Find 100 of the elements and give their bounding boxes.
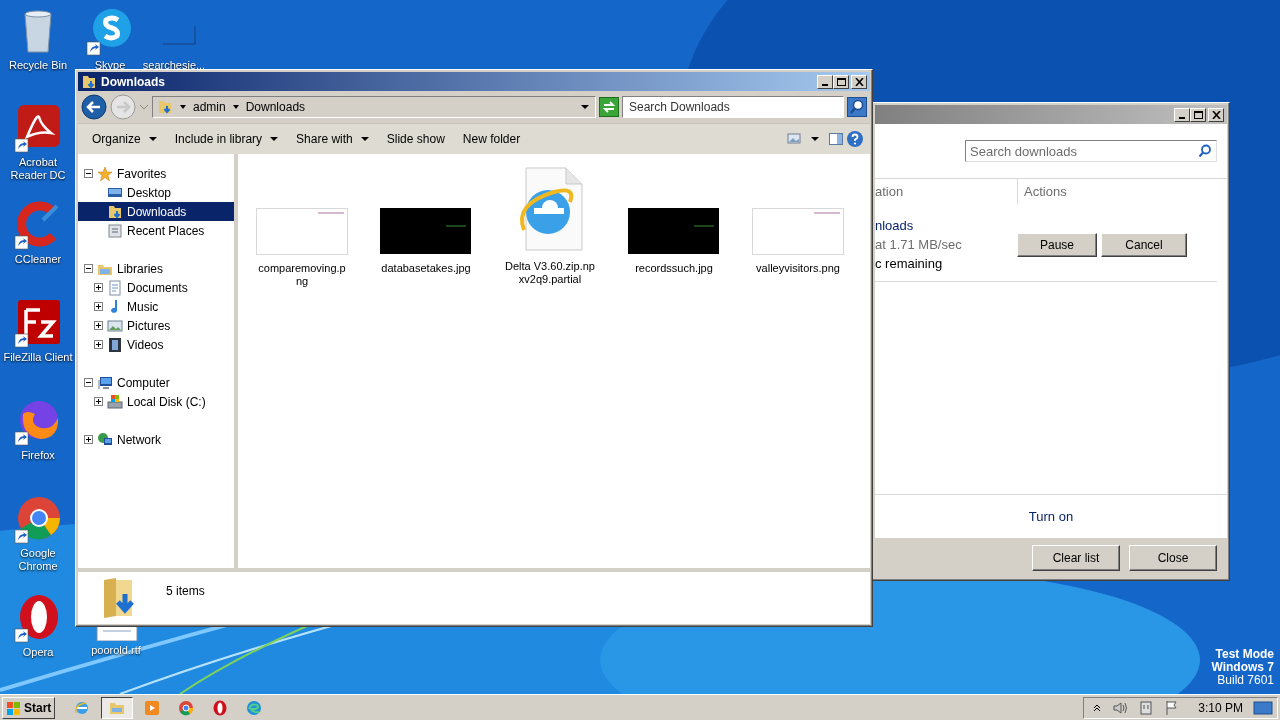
edge-icon [245,698,264,717]
close-icon [854,77,864,86]
nav-item[interactable]: Local Disk (C:) [78,392,234,411]
collapse-icon[interactable] [84,169,93,178]
file-name[interactable]: databasetakes.jpg [381,262,471,275]
nav-item[interactable]: Downloads [78,202,234,221]
expand-icon[interactable] [94,283,103,292]
caret-icon [360,135,369,143]
nav-item[interactable]: Documents [78,278,234,297]
nav-item[interactable]: Favorites [78,164,234,183]
videos-icon [107,336,123,353]
search-button[interactable] [847,97,867,117]
desktop-icon-label[interactable]: poorold.rtf [91,644,141,657]
turn-on-link[interactable]: Turn on [1028,509,1074,524]
expand-icon[interactable] [84,435,93,444]
desktop-icon-label[interactable]: Opera [22,646,54,659]
help-icon[interactable] [846,130,864,148]
download-name[interactable]: nloads [875,218,1017,233]
documents-icon [107,279,123,296]
address-bar[interactable]: admin Downloads [152,96,596,118]
minimize-button[interactable] [1174,107,1190,122]
expand-icon[interactable] [94,340,103,349]
file-name[interactable]: valleyvisitors.png [756,262,840,275]
refresh-button[interactable] [599,97,619,117]
recent-icon [107,222,123,239]
desktop-icon-label[interactable]: searchesje... [142,59,206,72]
action-button[interactable]: Pause [1017,232,1097,257]
caret-icon[interactable] [231,103,240,111]
toolbar-button[interactable]: Organize [84,127,165,151]
desktop-icon-label[interactable]: Recycle Bin [8,59,68,72]
nav-item[interactable]: Network [78,430,234,449]
clock[interactable]: 3:10 PM [1198,700,1243,715]
back-button[interactable] [81,94,107,120]
caret-icon[interactable] [179,103,187,111]
close-button[interactable] [851,74,867,89]
taskbar-app-button[interactable] [101,696,134,719]
time-remaining: c remaining [875,256,944,271]
nav-item[interactable]: Pictures [78,316,234,335]
desktop-icon-label[interactable]: Acrobat Reader DC [3,156,73,182]
download-speed: at 1.71 MB/sec [875,237,963,252]
preview-pane-icon[interactable] [828,131,844,147]
search-field[interactable]: Search downloads [965,140,1217,162]
speaker-icon[interactable] [1112,699,1129,716]
caret-icon[interactable] [581,103,589,111]
show-hidden-icons[interactable] [1092,702,1103,713]
desktop-icon-label[interactable]: CCleaner [14,253,62,266]
search-icon [1198,144,1212,158]
desktop-icon-label[interactable]: FileZilla Client [3,351,73,364]
media-icon [143,698,162,717]
filezilla-icon[interactable] [13,298,63,348]
clear-list-button[interactable]: Clear list [1032,545,1120,571]
collapse-icon[interactable] [84,378,93,387]
acrobat-icon[interactable] [13,103,63,153]
window-title: Downloads [101,74,166,89]
desktop-icon-label[interactable]: Firefox [21,449,55,462]
start-button[interactable]: Start [2,696,56,719]
nav-item[interactable]: Music [78,297,234,316]
column-header: Actions [1017,179,1227,204]
os-notice-text: Test Mode [1215,648,1274,661]
breadcrumb-item[interactable]: Downloads [245,100,306,114]
computer-icon [97,374,113,391]
chrome-icon[interactable] [13,494,63,544]
search-field[interactable]: Search Downloads [622,96,844,118]
chrome-icon [177,698,196,717]
action-button[interactable]: Cancel [1101,232,1187,257]
close-dialog-button[interactable]: Close [1129,545,1217,571]
maximize-button[interactable] [1190,107,1206,122]
item-count: 5 items [166,583,205,598]
expand-icon[interactable] [94,397,103,406]
downloads-icon [81,73,97,90]
minimize-icon [1179,116,1185,119]
os-notice-text: Windows 7 [1211,661,1274,674]
nav-item[interactable]: Videos [78,335,234,354]
nav-item[interactable]: Desktop [78,183,234,202]
expand-icon[interactable] [94,321,103,330]
nav-item[interactable]: Libraries [78,259,234,278]
network-icon [97,431,113,448]
close-button[interactable] [1208,107,1224,122]
maximize-icon [1193,110,1203,119]
file-name[interactable]: comparemoving.png [256,262,348,288]
file-name[interactable]: Delta V3.60.zip.npxv2q9.partial [504,260,596,286]
maximize-button[interactable] [833,74,849,89]
minimize-icon [822,83,828,86]
toolbar-button[interactable]: Slide show [378,127,453,151]
expand-icon[interactable] [94,302,103,311]
caret-icon [148,135,157,143]
breadcrumb-item[interactable]: admin [193,100,226,114]
toolbar-button[interactable]: Share with [288,127,377,151]
desktop-icon-label[interactable]: Google Chrome [3,547,73,573]
downloads-icon [107,203,123,220]
minimize-button[interactable] [817,74,833,89]
file-name[interactable]: recordssuch.jpg [635,262,713,275]
windows-logo-icon [6,699,22,716]
maximize-icon [836,77,846,86]
toolbar-button[interactable]: Include in library [166,127,287,151]
collapse-icon[interactable] [84,264,93,273]
nav-item[interactable]: Recent Places [78,221,234,240]
toolbar-button[interactable]: New folder [454,127,529,151]
nav-item[interactable]: Computer [78,373,234,392]
downloads-icon [157,99,173,115]
